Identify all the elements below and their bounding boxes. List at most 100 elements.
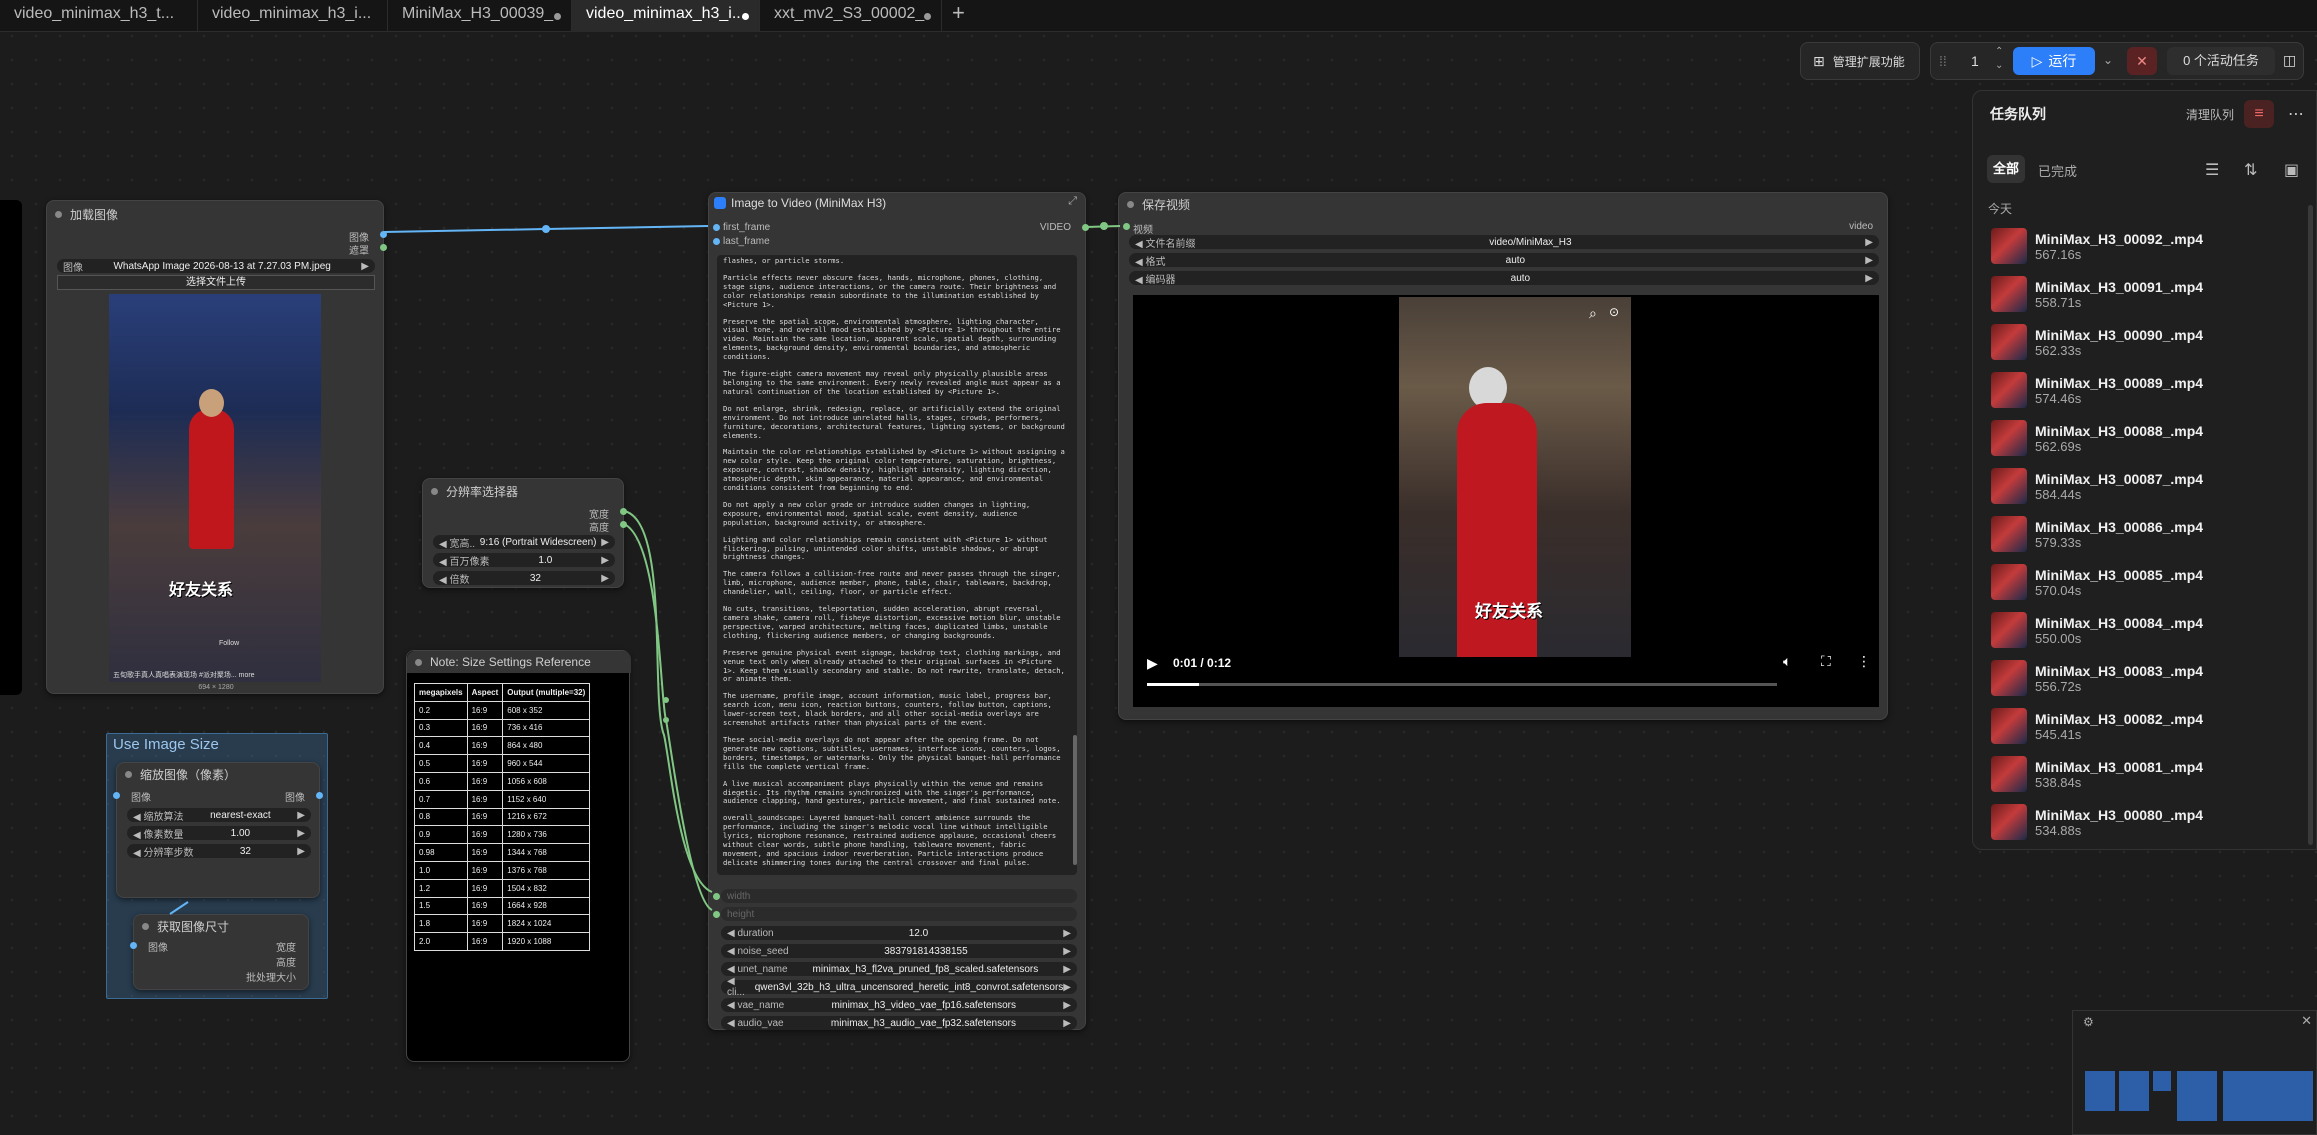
output-pin-height[interactable] — [620, 521, 627, 528]
resolution-steps-widget[interactable]: ◀ 分辨率步数 32 ▶ — [127, 844, 311, 859]
tab-4[interactable]: xxt_mv2_S3_00002_ — [760, 0, 942, 32]
expand-icon[interactable]: ⤢ — [1068, 195, 1077, 208]
batch-count-input[interactable]: 1 — [1971, 53, 1979, 69]
ratio-widget[interactable]: ◀ 宽高.. 9:16 (Portrait Widescreen) ▶ — [433, 535, 615, 550]
upload-button[interactable]: 选择文件上传 — [57, 275, 375, 290]
new-tab-button[interactable]: + — [946, 0, 976, 32]
width-input-widget[interactable]: width — [721, 889, 1077, 903]
queue-item[interactable]: MiniMax_H3_00091_.mp4 558.71s — [1991, 271, 2301, 317]
queue-tab-done[interactable]: 已完成 — [2038, 161, 2077, 180]
fullscreen-icon[interactable]: ⛶ — [1821, 653, 1831, 670]
output-pin-image[interactable] — [316, 792, 323, 799]
image-to-video-node[interactable]: Image to Video (MiniMax H3) ⤢ first_fram… — [708, 192, 1089, 1030]
more-menu-icon[interactable]: ⋯ — [2288, 104, 2304, 124]
video-menu-icon[interactable]: ⋮ — [1857, 653, 1871, 670]
queue-item[interactable]: MiniMax_H3_00085_.mp4 570.04s — [1991, 559, 2301, 605]
widget-vae-name[interactable]: ◀ vae_name minimax_h3_video_vae_fp16.safe… — [721, 998, 1077, 1012]
pixel-count-widget[interactable]: ◀ 像素数量 1.00 ▶ — [127, 826, 311, 841]
tab-3[interactable]: video_minimax_h3_i... — [572, 0, 760, 32]
load-image-node[interactable]: 加载图像 图像 遮罩 图像 WhatsApp Image 2026-08-13 … — [46, 200, 387, 694]
output-slot-image: 图像 — [285, 793, 305, 804]
upscale-method-widget[interactable]: ◀ 缩放算法 nearest-exact ▶ — [127, 808, 311, 823]
tab-2[interactable]: MiniMax_H3_00039_ — [388, 0, 572, 32]
clear-queue-button[interactable]: ≡ — [2244, 100, 2274, 128]
queue-item-time: 534.88s — [2035, 822, 2082, 838]
get-image-size-node[interactable]: 获取图像尺寸 图像 宽度 高度 批处理大小 — [130, 914, 309, 990]
table-cell: 960 x 544 — [502, 754, 591, 773]
prompt-textarea[interactable]: flashes, or particle storms. Particle eff… — [717, 255, 1077, 875]
widget-label: 分辨率步数 — [143, 847, 194, 859]
minimap-close-icon[interactable]: ✕ — [2301, 1013, 2312, 1029]
run-button[interactable]: ▷ 运行 — [2013, 47, 2095, 75]
use-image-size-group[interactable]: Use Image Size 缩放图像（像素） 图像 图像 ◀ 缩放算法 near… — [106, 733, 328, 999]
save-video-node[interactable]: 保存视频 视频 video ◀ 文件名前缀 video/MiniMax_H3 ▶ ◀ … — [1118, 192, 1888, 720]
save-widget-0[interactable]: ◀ 文件名前缀 video/MiniMax_H3 ▶ — [1129, 235, 1879, 250]
note-node[interactable]: Note: Size Settings Reference megapixels… — [406, 650, 631, 1062]
queue-item[interactable]: MiniMax_H3_00088_.mp4 562.69s — [1991, 415, 2301, 461]
input-pin-last-frame[interactable] — [713, 238, 720, 245]
queue-item[interactable]: MiniMax_H3_00090_.mp4 562.33s — [1991, 319, 2301, 365]
play-icon[interactable]: ▶ — [1147, 655, 1158, 672]
queue-item-time: 570.04s — [2035, 582, 2082, 598]
widget-unet-name[interactable]: ◀ unet_name minimax_h3_fl2va_pruned_fp8_s… — [721, 962, 1077, 976]
table-header: Aspect — [466, 683, 504, 702]
run-options-chevron-icon[interactable]: ⌄ — [2103, 53, 2113, 67]
output-pin-width[interactable] — [620, 508, 627, 515]
queue-item[interactable]: MiniMax_H3_00086_.mp4 579.33s — [1991, 511, 2301, 557]
table-cell: 608 x 352 — [502, 700, 591, 720]
output-pin-video[interactable] — [1082, 224, 1089, 231]
drag-handle-icon[interactable]: ⁞⁞ — [1939, 53, 1947, 69]
queue-item[interactable]: MiniMax_H3_00082_.mp4 545.41s — [1991, 703, 2301, 749]
gallery-icon[interactable]: ▣ — [2284, 160, 2299, 180]
prompt-scrollbar[interactable] — [1073, 259, 1077, 871]
video-player[interactable]: 好友关系 ⌕ ⊙ ▶ 0:01 / 0:12 🔈︎ ⛶ ⋮ — [1133, 295, 1879, 707]
queue-item[interactable]: MiniMax_H3_00081_.mp4 538.84s — [1991, 751, 2301, 797]
video-progress-bar[interactable] — [1147, 683, 1777, 686]
size-reference-table: megapixels Aspect Output (multiple=32) 0.2… — [414, 683, 591, 951]
height-input-widget[interactable]: height — [721, 907, 1077, 921]
queue-item[interactable]: MiniMax_H3_00084_.mp4 550.00s — [1991, 607, 2301, 653]
input-pin-height[interactable] — [713, 911, 720, 918]
panel-toggle-icon[interactable]: ◫ — [2283, 52, 2296, 69]
widget-label: width — [727, 890, 751, 902]
sort-icon[interactable]: ⇅ — [2244, 160, 2257, 180]
output-pin-image[interactable] — [380, 231, 387, 238]
queue-scrollbar[interactable] — [2308, 205, 2313, 845]
widget-noise-seed[interactable]: ◀ noise_seed 383791814338155 ▶ — [721, 944, 1077, 958]
input-pin-image[interactable] — [113, 792, 120, 799]
queue-tab-all[interactable]: 全部 — [1987, 155, 2025, 183]
tab-0[interactable]: video_minimax_h3_t... — [0, 0, 198, 32]
input-pin-width[interactable] — [713, 893, 720, 900]
input-pin-image[interactable] — [130, 942, 137, 949]
resolution-selector-node[interactable]: 分辨率选择器 宽度 高度 ◀ 宽高.. 9:16 (Portrait Widesc… — [422, 478, 627, 588]
widget-cli[interactable]: ◀ cli... qwen3vl_32b_h3_ultra_uncensored_… — [721, 976, 1077, 998]
queue-item[interactable]: MiniMax_H3_00087_.mp4 584.44s — [1991, 463, 2301, 509]
multiple-widget[interactable]: ◀ 倍数 32 ▶ — [433, 571, 615, 586]
tab-1[interactable]: video_minimax_h3_i... — [198, 0, 388, 32]
manage-extensions-button[interactable]: ⊞ 管理扩展功能 — [1800, 42, 1920, 80]
save-widget-2[interactable]: ◀ 编码器 auto ▶ — [1129, 271, 1879, 286]
queue-item[interactable]: MiniMax_H3_00092_.mp4 567.16s — [1991, 223, 2301, 269]
minimap[interactable]: ⚙ ✕ — [2072, 1010, 2317, 1135]
cancel-run-button[interactable]: ✕ — [2127, 47, 2157, 75]
active-tasks-button[interactable]: 0 个活动任务 — [2167, 47, 2275, 75]
widget-audio-vae[interactable]: ◀ audio_vae minimax_h3_audio_vae_fp32.saf… — [721, 1016, 1077, 1030]
scale-image-node[interactable]: 缩放图像（像素） 图像 图像 ◀ 缩放算法 nearest-exact ▶ ◀ 像素… — [113, 762, 323, 898]
image-select-widget[interactable]: 图像 WhatsApp Image 2026-08-13 at 7.27.03 … — [57, 259, 375, 274]
filter-icon[interactable]: ☰ — [2205, 160, 2219, 180]
minimap-settings-icon[interactable]: ⚙ — [2083, 1015, 2094, 1029]
input-pin-video[interactable] — [1123, 223, 1130, 230]
output-pin-mask[interactable] — [380, 244, 387, 251]
link-video-to-save — [1085, 225, 1121, 228]
table-cell: 736 x 416 — [502, 718, 591, 738]
batch-stepper[interactable]: ⌃ ⌄ — [1995, 45, 2003, 73]
volume-icon[interactable]: 🔈︎ — [1783, 653, 1791, 670]
save-widget-1[interactable]: ◀ 格式 auto ▶ — [1129, 253, 1879, 268]
queue-item[interactable]: MiniMax_H3_00080_.mp4 534.88s — [1991, 799, 2301, 845]
queue-item[interactable]: MiniMax_H3_00089_.mp4 574.46s — [1991, 367, 2301, 413]
widget-duration[interactable]: ◀ duration 12.0 ▶ — [721, 926, 1077, 940]
input-pin-first-frame[interactable] — [713, 224, 720, 231]
video-progress-fill — [1147, 683, 1200, 686]
queue-item[interactable]: MiniMax_H3_00083_.mp4 556.72s — [1991, 655, 2301, 701]
megapixels-widget[interactable]: ◀ 百万像素 1.0 ▶ — [433, 553, 615, 568]
